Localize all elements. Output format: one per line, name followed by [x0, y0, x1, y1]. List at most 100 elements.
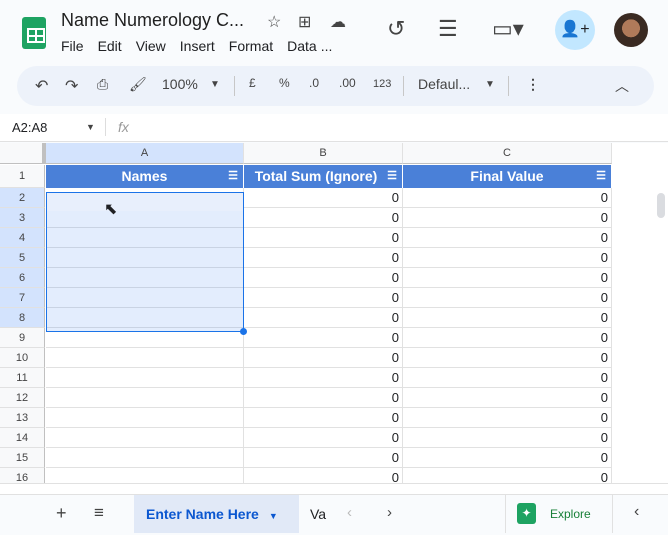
- horizontal-scrollbar[interactable]: [0, 483, 668, 494]
- cell-final-value[interactable]: 0: [403, 388, 612, 408]
- cell-total-sum[interactable]: 0: [244, 308, 403, 328]
- zoom-select[interactable]: 100%: [162, 76, 198, 92]
- cell-final-value[interactable]: 0: [403, 188, 612, 208]
- menu-format[interactable]: Format: [229, 38, 273, 54]
- chevron-down-icon[interactable]: ▼: [269, 511, 278, 521]
- row-header[interactable]: 8: [0, 308, 45, 328]
- cell-final-value[interactable]: 0: [403, 468, 612, 483]
- redo-icon[interactable]: ↷: [65, 76, 78, 96]
- cell-names[interactable]: [46, 468, 244, 483]
- cell-total-sum[interactable]: 0: [244, 408, 403, 428]
- cell-final-value[interactable]: 0: [403, 308, 612, 328]
- percent-button[interactable]: %: [279, 76, 290, 90]
- cell-final-value[interactable]: 0: [403, 428, 612, 448]
- sheet-tab[interactable]: Va: [310, 506, 326, 522]
- explore-icon[interactable]: ✦: [517, 503, 536, 524]
- menu-edit[interactable]: Edit: [98, 38, 122, 54]
- menu-insert[interactable]: Insert: [180, 38, 215, 54]
- currency-button[interactable]: £: [249, 76, 256, 90]
- cell-names[interactable]: [46, 448, 244, 468]
- header-total-sum[interactable]: Total Sum (Ignore) ☰: [244, 165, 403, 188]
- document-title[interactable]: Name Numerology C...: [61, 10, 244, 31]
- cell-total-sum[interactable]: 0: [244, 348, 403, 368]
- sheets-logo[interactable]: [22, 17, 46, 49]
- row-header-1[interactable]: 1: [0, 165, 45, 188]
- cell-names[interactable]: [46, 428, 244, 448]
- cell-total-sum[interactable]: 0: [244, 188, 403, 208]
- row-header[interactable]: 14: [0, 428, 45, 448]
- header-names[interactable]: Names ☰: [46, 165, 244, 188]
- number-format-button[interactable]: 123: [373, 78, 391, 90]
- row-header[interactable]: 15: [0, 448, 45, 468]
- cell-final-value[interactable]: 0: [403, 228, 612, 248]
- selection-range[interactable]: [46, 192, 244, 332]
- sheet-tab-active[interactable]: Enter Name Here ▼: [134, 495, 299, 533]
- row-header[interactable]: 16: [0, 468, 45, 483]
- cell-total-sum[interactable]: 0: [244, 428, 403, 448]
- menu-data[interactable]: Data: [287, 38, 317, 54]
- cell-final-value[interactable]: 0: [403, 208, 612, 228]
- scroll-left-icon[interactable]: ‹: [347, 504, 352, 521]
- cell-final-value[interactable]: 0: [403, 288, 612, 308]
- cell-total-sum[interactable]: 0: [244, 248, 403, 268]
- font-select[interactable]: Defaul...: [418, 76, 470, 92]
- cell-final-value[interactable]: 0: [403, 328, 612, 348]
- cell-names[interactable]: [46, 368, 244, 388]
- row-header[interactable]: 6: [0, 268, 45, 288]
- decrease-decimal-button[interactable]: .0: [309, 76, 319, 90]
- row-header[interactable]: 9: [0, 328, 45, 348]
- row-header[interactable]: 4: [0, 228, 45, 248]
- chevron-down-icon[interactable]: ▼: [86, 122, 95, 132]
- undo-icon[interactable]: ↶: [35, 76, 48, 96]
- cell-final-value[interactable]: 0: [403, 448, 612, 468]
- cell-total-sum[interactable]: 0: [244, 288, 403, 308]
- filter-icon[interactable]: ☰: [596, 165, 606, 188]
- print-icon[interactable]: ⎙: [97, 76, 108, 93]
- vertical-scrollbar[interactable]: [612, 143, 668, 483]
- fill-handle[interactable]: [240, 328, 247, 335]
- chevron-down-icon[interactable]: ▼: [210, 79, 220, 90]
- side-panel-toggle-icon[interactable]: ‹: [634, 503, 639, 521]
- cell-names[interactable]: [46, 348, 244, 368]
- paint-format-icon[interactable]: 🖌: [129, 76, 147, 93]
- cell-total-sum[interactable]: 0: [244, 228, 403, 248]
- cell-names[interactable]: [46, 388, 244, 408]
- version-history-icon[interactable]: ↺: [387, 16, 405, 42]
- row-header[interactable]: 10: [0, 348, 45, 368]
- share-button[interactable]: 👤+: [555, 10, 595, 50]
- cloud-status-icon[interactable]: ☁: [330, 12, 346, 32]
- cell-total-sum[interactable]: 0: [244, 268, 403, 288]
- collapse-icon[interactable]: ︿: [615, 76, 629, 96]
- row-header[interactable]: 13: [0, 408, 45, 428]
- row-header[interactable]: 5: [0, 248, 45, 268]
- more-options-icon[interactable]: ⋮: [526, 76, 540, 93]
- filter-icon[interactable]: ☰: [228, 165, 238, 188]
- menu-file[interactable]: File: [61, 38, 84, 54]
- cell-final-value[interactable]: 0: [403, 408, 612, 428]
- increase-decimal-button[interactable]: .00: [339, 76, 356, 90]
- scroll-right-icon[interactable]: ›: [387, 504, 392, 521]
- meet-icon[interactable]: ▭▾: [492, 16, 524, 42]
- cell-total-sum[interactable]: 0: [244, 328, 403, 348]
- all-sheets-icon[interactable]: ≡: [94, 503, 104, 523]
- row-header[interactable]: 3: [0, 208, 45, 228]
- move-folder-icon[interactable]: ⊞: [298, 12, 311, 32]
- cell-total-sum[interactable]: 0: [244, 388, 403, 408]
- star-icon[interactable]: ☆: [267, 12, 281, 32]
- name-box[interactable]: A2:A8: [12, 120, 47, 135]
- row-header[interactable]: 7: [0, 288, 45, 308]
- chevron-down-icon[interactable]: ▼: [485, 79, 495, 90]
- cell-names[interactable]: [46, 408, 244, 428]
- comments-icon[interactable]: ☰: [438, 16, 458, 42]
- active-cell[interactable]: [47, 193, 243, 211]
- column-header-a[interactable]: A: [46, 143, 244, 164]
- cell-total-sum[interactable]: 0: [244, 208, 403, 228]
- column-header-c[interactable]: C: [403, 143, 612, 164]
- row-header[interactable]: 12: [0, 388, 45, 408]
- row-header[interactable]: 2: [0, 188, 45, 208]
- cell-total-sum[interactable]: 0: [244, 368, 403, 388]
- menu-view[interactable]: View: [136, 38, 166, 54]
- avatar[interactable]: [614, 13, 648, 47]
- cell-final-value[interactable]: 0: [403, 248, 612, 268]
- filter-icon[interactable]: ☰: [387, 165, 397, 188]
